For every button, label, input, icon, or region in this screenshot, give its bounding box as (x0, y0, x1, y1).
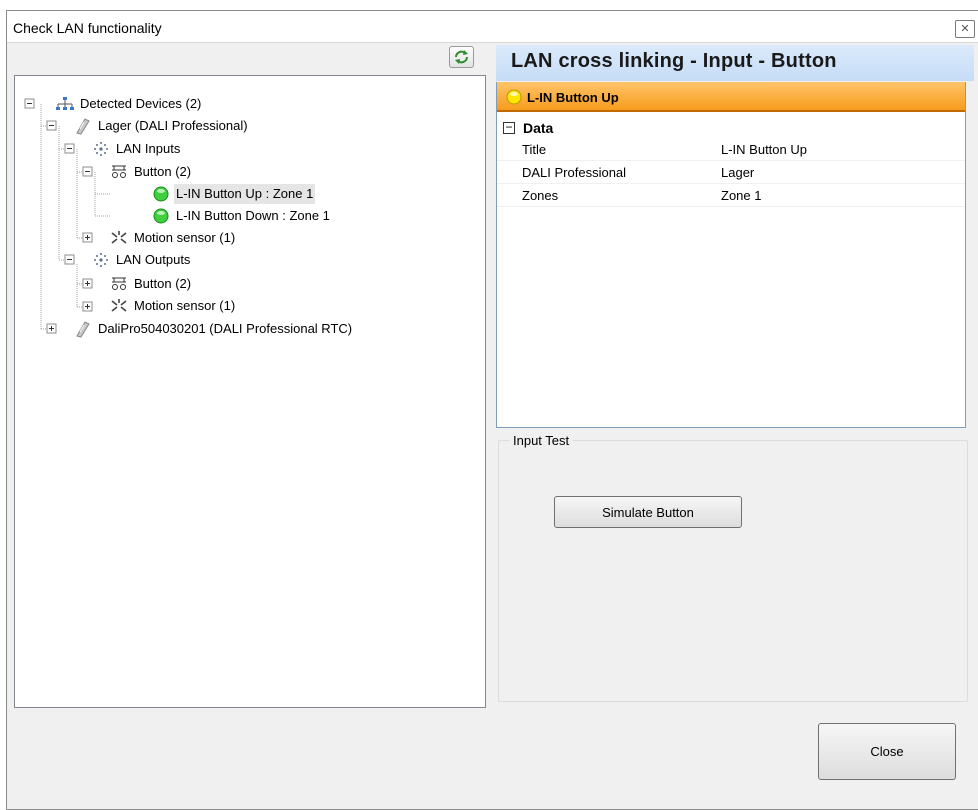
status-green-icon (153, 208, 169, 224)
tree-label: Button (2) (134, 276, 192, 291)
selected-item-bar: L-IN Button Up (497, 82, 965, 112)
tree-node-button-down[interactable]: L-IN Button Down : Zone 1 (151, 206, 332, 226)
tree-label: Motion sensor (1) (134, 230, 236, 245)
property-value[interactable]: L-IN Button Up (721, 138, 965, 160)
dali-device-icon (76, 321, 90, 338)
tree-node-button-outputs[interactable]: Button (2) (109, 274, 193, 294)
tree-node-lan-outputs[interactable]: LAN Outputs (91, 250, 192, 270)
tree-label: LAN Inputs (116, 141, 181, 156)
tree-node-lan-inputs[interactable]: LAN Inputs (91, 139, 182, 159)
button-switch-icon (112, 165, 126, 178)
category-data[interactable]: − Data (497, 118, 965, 138)
tree-node-device-lager[interactable]: Lager (DALI Professional) (73, 116, 250, 136)
property-row[interactable]: Zones Zone 1 (497, 184, 965, 207)
window-title: Check LAN functionality (13, 20, 162, 36)
bulb-icon (506, 89, 522, 105)
network-icon (56, 97, 74, 110)
dali-device-icon (76, 118, 90, 135)
tree-label: Detected Devices (2) (80, 96, 202, 111)
property-row[interactable]: Title L-IN Button Up (497, 138, 965, 161)
tree-node-motion-inputs[interactable]: Motion sensor (1) (109, 228, 237, 248)
tree-label: DaliPro504030201 (DALI Professional RTC) (98, 321, 353, 336)
tree-node-motion-outputs[interactable]: Motion sensor (1) (109, 296, 237, 316)
refresh-icon (455, 50, 468, 64)
lan-hub-icon (94, 142, 108, 156)
tree-label: L-IN Button Down : Zone 1 (176, 208, 330, 223)
tree-label: Button (2) (134, 164, 192, 179)
device-tree[interactable]: Detected Devices (2) Lager (DALI Profess… (14, 75, 486, 708)
lan-hub-icon (94, 253, 108, 267)
property-value[interactable]: Lager (721, 161, 965, 183)
tree-label: Motion sensor (1) (134, 298, 236, 313)
property-key: Zones (522, 188, 559, 203)
button-switch-icon (112, 277, 126, 290)
tree-node-button-up[interactable]: L-IN Button Up : Zone 1 (151, 184, 316, 204)
motion-sensor-icon (111, 299, 127, 312)
input-test-label: Input Test (509, 433, 574, 448)
tree-label: LAN Outputs (116, 252, 191, 267)
property-key: Title (522, 142, 547, 157)
tree-node-device-dalipro[interactable]: DaliPro504030201 (DALI Professional RTC) (73, 319, 354, 339)
motion-sensor-icon (111, 231, 127, 244)
property-row[interactable]: DALI Professional Lager (497, 161, 965, 184)
tree-label: L-IN Button Up : Zone 1 (174, 184, 316, 204)
selected-item-title: L-IN Button Up (527, 90, 619, 105)
status-green-icon (153, 186, 169, 202)
detail-header: LAN cross linking - Input - Button (496, 45, 974, 81)
input-test-group: Input Test (498, 433, 968, 702)
property-value[interactable]: Zone 1 (721, 184, 965, 206)
window-close-icon[interactable]: ✕ (955, 20, 975, 38)
tree-label: Lager (DALI Professional) (98, 118, 248, 133)
property-key: DALI Professional (522, 165, 627, 180)
category-label: Data (523, 120, 554, 136)
title-bar: Check LAN functionality ✕ (7, 11, 978, 43)
property-grid-body: − Data Title L-IN Button Up DALI Profess… (497, 118, 965, 207)
tree-node-button-inputs[interactable]: Button (2) (109, 162, 193, 182)
refresh-button[interactable] (449, 46, 474, 68)
property-grid[interactable]: L-IN Button Up − Data Title L-IN Button … (496, 82, 966, 428)
simulate-button[interactable]: Simulate Button (554, 496, 742, 528)
collapse-icon[interactable]: − (503, 121, 515, 134)
close-button[interactable]: Close (818, 723, 956, 780)
tree-node-detected-devices[interactable]: Detected Devices (2) (55, 94, 203, 114)
